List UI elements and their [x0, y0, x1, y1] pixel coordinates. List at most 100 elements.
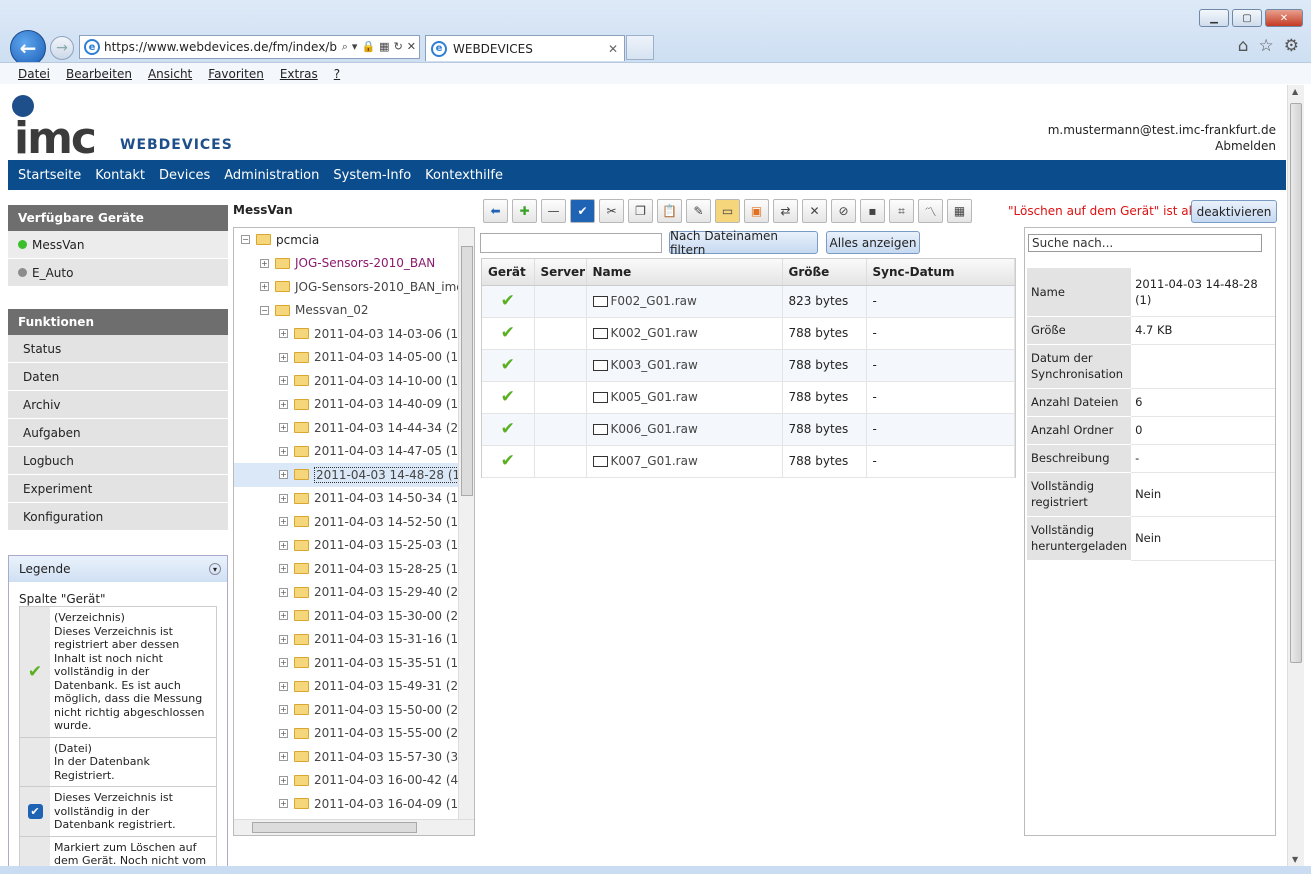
menu-item-2[interactable]: Ansicht [148, 67, 192, 81]
tree-node[interactable]: +2011-04-03 16-04-09 (1) [234, 792, 463, 816]
favorites-star-icon[interactable]: ☆ [1259, 36, 1274, 56]
nav-link-5[interactable]: Kontexthilfe [425, 168, 503, 183]
expander-icon[interactable]: + [279, 728, 288, 738]
column-header[interactable]: Gerät [482, 259, 535, 286]
delete-button[interactable]: ✕ [802, 199, 827, 223]
menu-item-3[interactable]: Favoriten [208, 67, 264, 81]
expander-icon[interactable]: + [279, 352, 288, 362]
column-header[interactable]: Name [586, 259, 783, 286]
forward-button[interactable]: → [50, 36, 74, 60]
confirm-button[interactable]: ✔ [570, 199, 595, 223]
tree-node[interactable]: +2011-04-03 14-47-05 (1) [234, 440, 463, 464]
tree-node[interactable]: +2011-04-03 14-50-34 (1) [234, 487, 463, 511]
tree-node[interactable]: +2011-04-03 15-29-40 (2) [234, 581, 463, 605]
tab-close-icon[interactable]: ✕ [608, 42, 618, 56]
function-item[interactable]: Status [8, 335, 228, 363]
tree-node[interactable]: +2011-04-03 14-03-06 (1) [234, 322, 463, 346]
filename-filter-input[interactable] [480, 233, 662, 253]
home-icon[interactable]: ⌂ [1238, 36, 1249, 56]
table-row[interactable]: ✔ F002_G01.raw 823 bytes - [482, 285, 1015, 318]
tree-node[interactable]: +2011-04-03 14-05-00 (1) [234, 346, 463, 370]
expander-icon[interactable]: + [279, 752, 288, 762]
function-item[interactable]: Logbuch [8, 447, 228, 475]
function-item[interactable]: Daten [8, 363, 228, 391]
tree-node[interactable]: +2011-04-03 14-48-28 (1) [234, 463, 467, 487]
nav-link-2[interactable]: Devices [159, 168, 210, 183]
expander-icon[interactable]: + [279, 470, 288, 480]
expander-icon[interactable]: + [260, 258, 269, 268]
table-row[interactable]: ✔ K007_G01.raw 788 bytes - [482, 445, 1015, 478]
expander-icon[interactable]: + [279, 329, 288, 339]
page-scrollbar[interactable]: ▲ ▼ [1287, 85, 1304, 866]
column-header[interactable]: Server [534, 259, 587, 286]
expander-icon[interactable]: + [279, 775, 288, 785]
legend-header[interactable]: Legende ▾ [9, 556, 227, 582]
folder-button[interactable]: ▭ [715, 199, 740, 223]
file-name-cell[interactable]: K002_G01.raw [586, 317, 783, 350]
tree-node[interactable]: + JOG-Sensors-2010_BAN [234, 252, 458, 276]
scroll-up-icon[interactable]: ▲ [1292, 87, 1298, 96]
tree-node[interactable]: +2011-04-03 15-57-30 (3) [234, 745, 463, 769]
expander-icon[interactable]: + [279, 705, 288, 715]
expander-icon[interactable]: + [279, 493, 288, 503]
tree-node[interactable]: +2011-04-03 14-44-34 (2) [234, 416, 463, 440]
stop-icon[interactable]: ✕ [407, 40, 416, 54]
collapse-icon[interactable]: ▾ [209, 563, 221, 575]
filter-button[interactable]: Nach Dateinamen filtern [669, 229, 818, 257]
imc-logo[interactable]: imc WEBDEVICES [12, 95, 232, 164]
address-url[interactable]: https://www.webdevices.de/fm/index/bi [104, 40, 338, 54]
table-row[interactable]: ✔ K006_G01.raw 788 bytes - [482, 413, 1015, 446]
address-bar[interactable]: e https://www.webdevices.de/fm/index/bi … [79, 35, 420, 59]
expander-icon[interactable]: + [279, 423, 288, 433]
expander-icon[interactable]: + [260, 282, 269, 292]
save-button[interactable]: ▪ [860, 199, 885, 223]
settings-gear-icon[interactable]: ⚙ [1284, 36, 1299, 56]
tree-scroll-thumb[interactable] [461, 246, 473, 496]
refresh-icon[interactable]: ↻ [394, 40, 403, 54]
copy-button[interactable]: ❐ [628, 199, 653, 223]
tree-hscroll-thumb[interactable] [252, 822, 417, 833]
menu-item-4[interactable]: Extras [280, 67, 318, 81]
column-header[interactable]: Größe [782, 259, 867, 286]
sync-button[interactable]: ⇄ [773, 199, 798, 223]
tree-node[interactable]: +2011-04-03 14-52-50 (1) [234, 510, 463, 534]
new-tab-button[interactable] [626, 35, 654, 60]
tree-vertical-scrollbar[interactable] [458, 228, 474, 820]
logout-link[interactable]: Abmelden [1048, 138, 1276, 154]
tree-node[interactable]: +2011-04-03 15-49-31 (2) [234, 675, 463, 699]
tree-node[interactable]: +2011-04-03 15-31-16 (1) [234, 628, 463, 652]
compat-icon[interactable]: ▦ [379, 40, 389, 54]
function-item[interactable]: Archiv [8, 391, 228, 419]
block-button[interactable]: ⊘ [831, 199, 856, 223]
function-item[interactable]: Experiment [8, 475, 228, 503]
expander-icon[interactable]: + [279, 611, 288, 621]
device-item[interactable]: MessVan [8, 231, 228, 259]
tree-node[interactable]: +2011-04-03 15-35-51 (1) [234, 651, 463, 675]
tree-node[interactable]: +2011-04-03 15-30-00 (2) [234, 604, 463, 628]
menu-item-5[interactable]: ? [334, 67, 340, 81]
tree-node[interactable]: +2011-04-03 15-28-25 (1) [234, 557, 463, 581]
tree-node[interactable]: +2011-04-03 15-50-00 (2) [234, 698, 463, 722]
tree-node[interactable]: + JOG-Sensors-2010_BAN_imcDev [234, 275, 474, 299]
expander-icon[interactable]: + [279, 587, 288, 597]
cut-button[interactable]: ✂ [599, 199, 624, 223]
lock-icon[interactable]: 🔒 [361, 40, 375, 54]
expander-icon[interactable]: + [279, 658, 288, 668]
table-row[interactable]: ✔ K005_G01.raw 788 bytes - [482, 381, 1015, 414]
file-name-cell[interactable]: K003_G01.raw [586, 349, 783, 382]
tree-node[interactable]: +2011-04-03 15-25-03 (1) [234, 534, 463, 558]
dropdown-icon[interactable]: ▾ [352, 40, 358, 54]
expander-icon[interactable]: − [260, 305, 269, 315]
page-scroll-thumb[interactable] [1290, 103, 1302, 663]
close-window-button[interactable]: ✕ [1265, 9, 1303, 27]
nav-link-0[interactable]: Startseite [18, 168, 81, 183]
paste-button[interactable]: 📋 [657, 199, 682, 223]
expander-icon[interactable]: + [279, 376, 288, 386]
function-item[interactable]: Aufgaben [8, 419, 228, 447]
back-arrow-button[interactable]: ⬅ [483, 199, 508, 223]
file-name-cell[interactable]: F002_G01.raw [586, 285, 783, 318]
menu-item-1[interactable]: Bearbeiten [66, 67, 132, 81]
function-item[interactable]: Konfiguration [8, 503, 228, 531]
remove-button[interactable]: — [541, 199, 566, 223]
add-button[interactable]: ✚ [512, 199, 537, 223]
